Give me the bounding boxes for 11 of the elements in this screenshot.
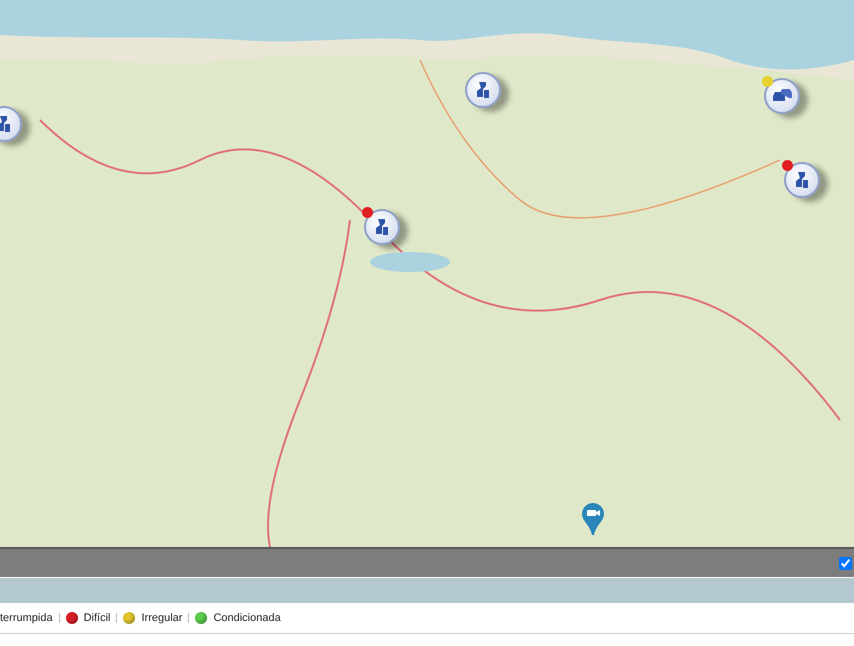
legend-label: Irregular <box>141 612 182 624</box>
legend-label: Condicionada <box>213 612 281 624</box>
legend-label: terrumpida <box>0 612 53 624</box>
checkbox[interactable] <box>839 556 852 570</box>
legend-label: Difícil <box>84 612 110 624</box>
camera-pin[interactable] <box>581 502 605 536</box>
worker-icon <box>474 80 492 100</box>
worker-icon <box>373 217 391 237</box>
cars-icon <box>771 88 793 104</box>
worker-icon <box>0 114 13 134</box>
worker-icon <box>793 170 811 190</box>
